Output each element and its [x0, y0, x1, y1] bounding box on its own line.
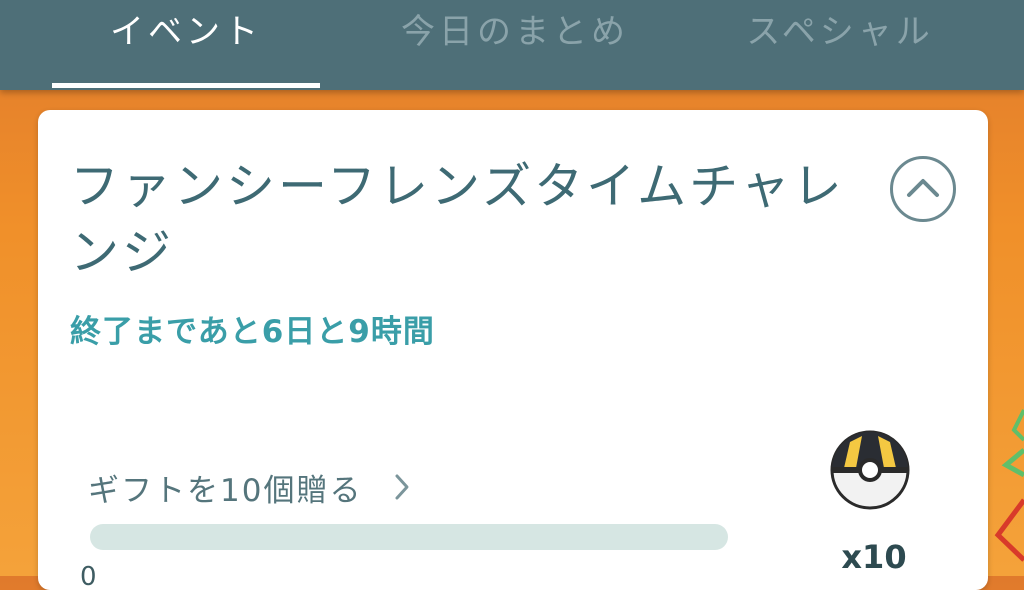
event-card: ファンシーフレンズタイムチャレンジ 終了まであと6日と9時間 ギフトを10個贈る…	[38, 110, 988, 590]
task-item[interactable]: ギフトを10個贈る	[88, 465, 410, 509]
event-title: ファンシーフレンズタイムチャレンジ	[70, 158, 845, 281]
task-progress-bar	[90, 524, 728, 550]
background-decoration	[994, 409, 1024, 562]
chevron-right-icon	[395, 474, 409, 500]
tab-special[interactable]: スペシャル	[720, 0, 960, 90]
progress-min-value: 0	[80, 562, 97, 590]
active-tab-indicator	[52, 83, 320, 88]
time-remaining: 終了まであと6日と9時間	[70, 314, 435, 350]
tab-event[interactable]: イベント	[52, 0, 320, 90]
reward-count: x10	[841, 538, 907, 576]
collapse-button[interactable]	[890, 156, 956, 222]
tab-today-summary[interactable]: 今日のまとめ	[370, 0, 660, 90]
chevron-up-icon	[907, 179, 939, 197]
task-label: ギフトを10個贈る	[88, 472, 363, 509]
ultra-ball-icon	[830, 430, 910, 510]
tab-bar: イベント 今日のまとめ スペシャル	[0, 0, 1024, 90]
